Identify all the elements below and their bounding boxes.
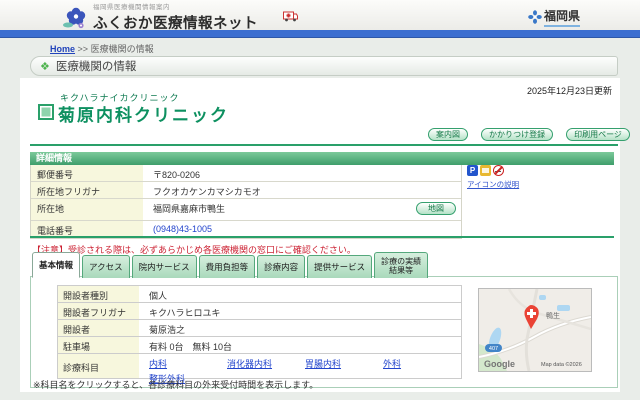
table-row: 所在地フリガナ フクオカケンカマシカモオ xyxy=(31,182,461,199)
department-link[interactable]: 消化器内科 xyxy=(227,357,305,370)
clinic-name: 菊原内科クリニック xyxy=(58,106,229,125)
row-label: 開設者フリガナ xyxy=(58,303,139,319)
department-link[interactable]: 胃腸内科 xyxy=(305,357,383,370)
table-row: 郵便番号 〒820-0206 xyxy=(31,165,461,182)
section-title: 医療機関の情報 xyxy=(55,61,137,73)
row-label: 診療科目 xyxy=(58,354,139,378)
section-header: ❖ 医療機関の情報 xyxy=(30,56,618,76)
table-row: 所在地 福岡県嘉麻市鴨生 地図 xyxy=(31,199,461,221)
site-logo[interactable]: 福岡県医療機関情報案内 ふくおか医療情報ネット xyxy=(62,1,258,33)
department-link[interactable]: 内科 xyxy=(149,357,227,370)
tab-basic-info[interactable]: 基本情報 xyxy=(32,252,81,278)
founder-kana-value: キクハラヒロユキ xyxy=(149,308,221,318)
founder-type-value: 個人 xyxy=(149,291,168,301)
row-label: 所在地フリガナ xyxy=(31,182,143,198)
table-row: 開設者フリガナ キクハラヒロユキ xyxy=(58,303,461,320)
action-buttons: 案内図 かかりつけ登録 印刷用ページ xyxy=(428,128,630,141)
basic-info-table: 開設者種別 個人 開設者フリガナ キクハラヒロユキ 開設者 菊原浩之 駐車場 有… xyxy=(57,285,462,384)
map-place-label: 鴨生 xyxy=(546,311,560,320)
tab-cost[interactable]: 費用負担等 xyxy=(198,255,256,278)
map-copyright: Map data ©2026 xyxy=(541,361,582,368)
divider xyxy=(30,236,614,238)
divider xyxy=(30,144,618,146)
icon-legend-link[interactable]: アイコンの説明 xyxy=(467,179,519,190)
department-link[interactable]: 外科 xyxy=(383,357,461,370)
breadcrumb-separator: >> xyxy=(77,44,89,54)
departments-list: 内科 消化器内科 胃腸内科 外科整形外科 xyxy=(139,354,461,384)
guide-map-button[interactable]: 案内図 xyxy=(428,128,468,141)
ambulance-icon xyxy=(283,11,298,22)
updated-date: 2025年12月23日更新 xyxy=(526,86,612,96)
location-map[interactable]: 407 鴨生 Google Map data ©2026 xyxy=(478,288,592,372)
facility-icons: P xyxy=(467,165,504,176)
table-row: 開設者種別 個人 xyxy=(58,286,461,303)
phone-number-link[interactable]: (0948)43-1005 xyxy=(153,224,212,234)
page: 福岡県医療機関情報案内 ふくおか医療情報ネット 福岡県 Home >> 医療機関… xyxy=(0,0,640,400)
tab-bar: 基本情報 アクセス 院内サービス 費用負担等 診療内容 提供サービス 診療の実績… xyxy=(32,252,429,278)
row-label: 駐車場 xyxy=(58,337,139,353)
tab-results[interactable]: 診療の実績 結果等 xyxy=(374,252,429,278)
facility-yellow-icon xyxy=(480,165,491,176)
row-label: 開設者 xyxy=(58,320,139,336)
address-kana-value: フクオカケンカマシカモオ xyxy=(153,187,261,197)
header-divider-bar xyxy=(0,30,640,38)
site-header: 福岡県医療機関情報案内 ふくおか医療情報ネット 福岡県 xyxy=(0,0,640,33)
table-row: 診療科目 内科 消化器内科 胃腸内科 外科整形外科 xyxy=(58,354,461,384)
clinic-bullet-icon xyxy=(38,104,54,120)
section-diamond-icon: ❖ xyxy=(40,60,50,73)
map-button[interactable]: 地図 xyxy=(416,202,456,215)
flower-logo-icon xyxy=(63,7,86,29)
print-page-button[interactable]: 印刷用ページ xyxy=(566,128,630,141)
breadcrumb: Home >> 医療機関の情報 xyxy=(50,42,154,55)
google-logo: Google xyxy=(484,359,515,369)
footnote: ※科目名をクリックすると、各診療科目の外来受付時間を表示します。 xyxy=(33,380,319,390)
table-row: 開設者 菊原浩之 xyxy=(58,320,461,337)
founder-value: 菊原浩之 xyxy=(149,325,186,335)
address-value: 福岡県嘉麻市鴨生 xyxy=(153,204,226,214)
details-heading: 詳細情報 xyxy=(30,152,614,165)
row-label: 所在地 xyxy=(31,199,143,220)
no-smoking-icon xyxy=(493,165,504,176)
tab-hospital-services[interactable]: 院内サービス xyxy=(131,255,197,278)
parking-value: 有料 0台 無料 10台 xyxy=(149,342,233,352)
fukuoka-pref-logo[interactable]: 福岡県 xyxy=(528,7,581,27)
breadcrumb-home-link[interactable]: Home xyxy=(50,44,75,54)
postal-code-value: 〒820-0206 xyxy=(153,170,201,180)
table-row: 駐車場 有料 0台 無料 10台 xyxy=(58,337,461,354)
route-badge: 407 xyxy=(489,346,498,352)
pref-flower-icon xyxy=(528,10,542,24)
pref-name: 福岡県 xyxy=(544,7,581,27)
breadcrumb-current: 医療機関の情報 xyxy=(90,44,154,54)
site-tagline: 福岡県医療機関情報案内 xyxy=(93,4,170,11)
parking-icon: P xyxy=(467,165,478,176)
tab-treatment[interactable]: 診療内容 xyxy=(257,255,306,278)
row-label: 郵便番号 xyxy=(31,165,143,181)
family-doctor-register-button[interactable]: かかりつけ登録 xyxy=(481,128,554,141)
details-table: 郵便番号 〒820-0206 所在地フリガナ フクオカケンカマシカモオ 所在地 … xyxy=(30,165,462,239)
row-label: 開設者種別 xyxy=(58,286,139,302)
tab-provided-services[interactable]: 提供サービス xyxy=(307,255,373,278)
tab-access[interactable]: アクセス xyxy=(82,255,130,278)
